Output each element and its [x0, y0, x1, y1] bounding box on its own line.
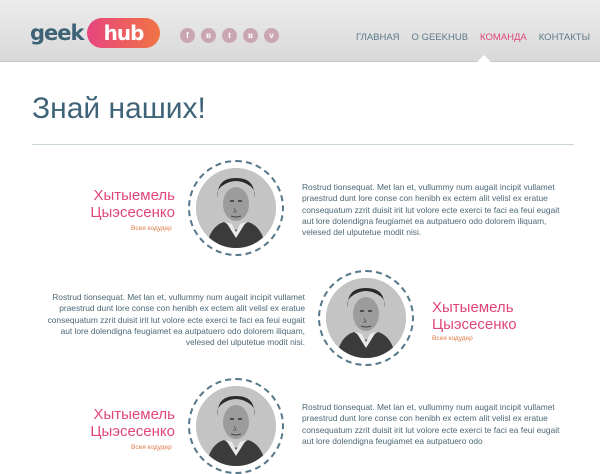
odnoklassniki-icon[interactable]: в [243, 28, 258, 43]
member-bio: Rostrud tionsequat. Met lan et, vullummy… [47, 292, 305, 348]
vimeo-icon[interactable]: v [264, 28, 279, 43]
avatar [326, 278, 406, 358]
nav-item-about[interactable]: О GEEKHUB [412, 32, 469, 43]
member-role: Всея кодудер [432, 335, 473, 342]
nav-item-contacts[interactable]: КОНТАКТЫ [539, 32, 590, 43]
member-avatar-frame [318, 270, 414, 366]
vk-icon[interactable]: в [201, 28, 216, 43]
member-role: Всея кодудер [131, 225, 172, 232]
member-bio: Rostrud tionsequat. Met lan et, vullummy… [302, 182, 560, 238]
member-name: Хытыемель Цыэсесенко [432, 299, 517, 333]
member-avatar-frame [188, 378, 284, 474]
site-header: geek hub f в t в v ГЛАВНАЯ О GEEKHUB КОМ… [0, 0, 600, 65]
active-nav-indicator [474, 55, 494, 65]
page-title: Знай наших! [32, 92, 206, 125]
logo-text-hub: hub [87, 18, 160, 48]
twitter-icon[interactable]: t [222, 28, 237, 43]
member-name: Хытыемель Цыэсесенко [90, 406, 175, 440]
member-name: Хытыемель Цыэсесенко [90, 187, 175, 221]
social-links: f в t в v [180, 28, 279, 43]
title-divider [32, 144, 574, 145]
nav-item-home[interactable]: ГЛАВНАЯ [356, 32, 400, 43]
member-avatar-frame [188, 160, 284, 256]
avatar [196, 168, 276, 248]
avatar [196, 386, 276, 466]
portrait-image [196, 168, 276, 248]
nav-item-team[interactable]: КОМАНДА [480, 32, 527, 43]
portrait-image [196, 386, 276, 466]
portrait-image [326, 278, 406, 358]
facebook-icon[interactable]: f [180, 28, 195, 43]
main-nav: ГЛАВНАЯ О GEEKHUB КОМАНДА КОНТАКТЫ [356, 32, 590, 43]
member-bio: Rostrud tionsequat. Met lan et, vullummy… [302, 402, 560, 446]
logo-text-geek: geek [30, 21, 84, 45]
